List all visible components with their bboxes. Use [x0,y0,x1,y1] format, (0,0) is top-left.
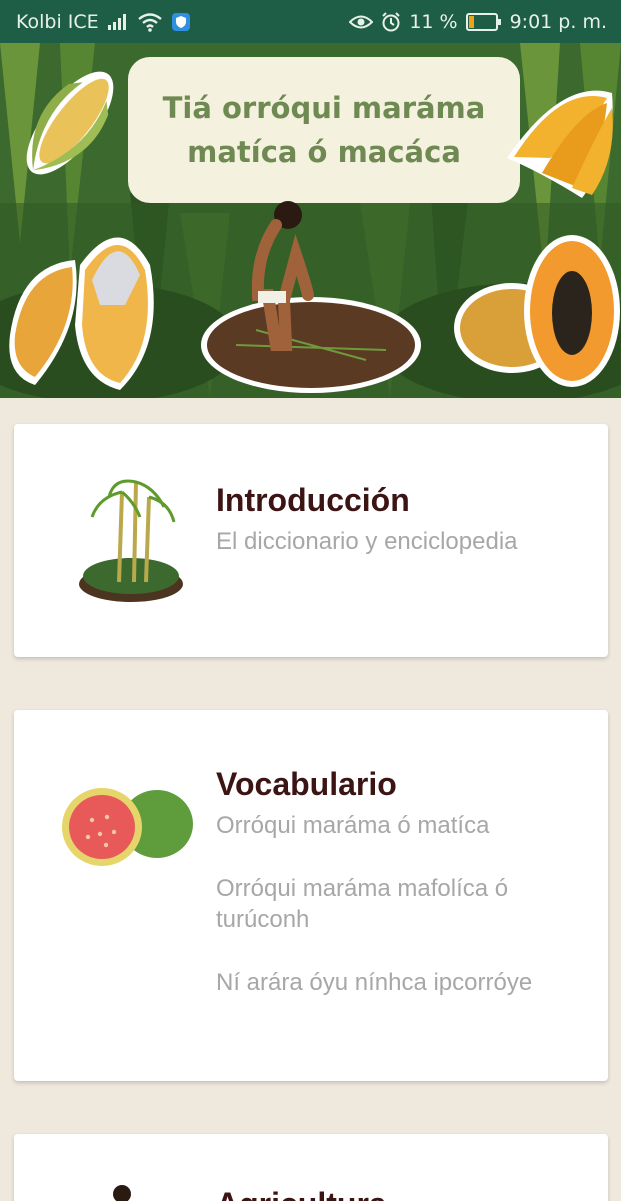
header-banner: Tiá orróqui maráma matíca ó macáca [0,43,621,398]
corn-icon [26,71,114,175]
shield-icon [171,12,191,32]
card-line: Ní arára óyu nínhca ipcorróye [216,969,533,996]
cacao-icon [9,237,154,390]
card-subtitle: El diccionario y enciclopedia [216,528,518,555]
guava-icon [62,788,193,866]
clock: 9:01 p. m. [509,10,607,33]
agriculture-card[interactable]: Agricultura [14,1134,608,1201]
alarm-icon [381,11,401,32]
card-title: Vocabulario [216,766,397,802]
card-line: Orróqui maráma mafolíca ó turúconh [216,875,509,933]
banner-title-line1: Tiá orróqui maráma [162,91,486,125]
vocabulary-card[interactable]: Vocabulario Orróqui maráma ó matíca Orró… [14,710,608,1081]
wifi-icon [137,12,163,32]
battery-percent: 11 % [409,10,458,33]
banner-title: Tiá orróqui maráma matíca ó macáca [128,57,520,203]
papaya-icon [454,235,620,387]
farmer-icon [201,201,421,393]
sugarcane-icon [79,479,183,602]
signal-icon [107,13,129,31]
banner-title-line2: matíca ó macáca [187,135,461,169]
card-title: Agricultura [216,1186,387,1201]
bananas-icon [507,90,613,198]
eye-icon [349,14,374,30]
status-bar: Kolbi ICE 11 % 9:01 p. m. [0,0,621,43]
card-title: Introducción [216,482,410,518]
card-line: Orróqui maráma ó matíca [216,812,490,839]
intro-card[interactable]: Introducción El diccionario y encicloped… [14,424,608,657]
battery-icon [465,12,502,31]
farmer-icon [113,1185,131,1201]
carrier-label: Kolbi ICE [16,10,99,33]
